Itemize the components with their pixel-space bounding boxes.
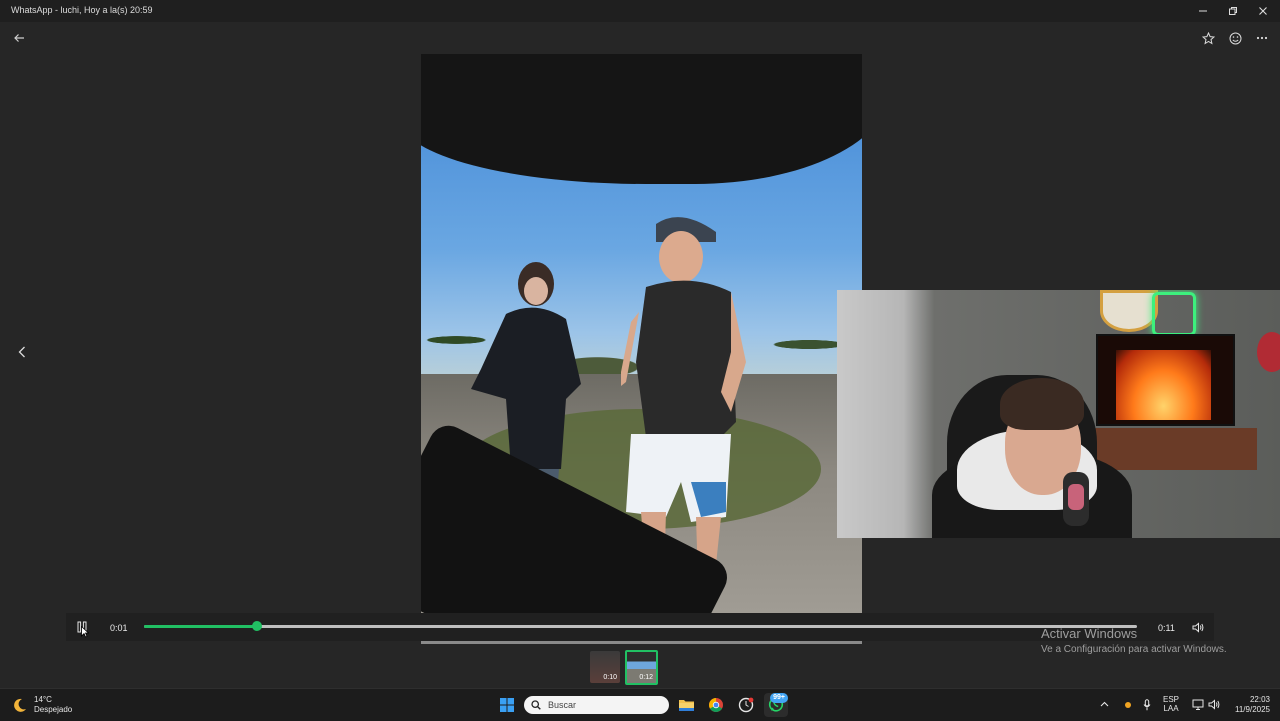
watermark-line1: Activar Windows <box>1041 626 1138 641</box>
title-bar: WhatsApp - luchi, Hoy a la(s) 20:59 <box>0 0 1280 22</box>
current-time: 0:01 <box>110 623 128 633</box>
system-clock[interactable]: 22:03 11/9/2025 <box>1235 695 1270 715</box>
show-hidden-icons-button[interactable] <box>1098 698 1110 710</box>
tray-app[interactable] <box>1122 699 1134 711</box>
more-horizontal-icon <box>1256 36 1268 40</box>
webcam-hair <box>1000 378 1084 430</box>
search-icon <box>531 700 541 710</box>
video-bottom-strip <box>421 641 862 644</box>
app-icon <box>738 697 754 713</box>
restore-icon <box>1229 7 1237 15</box>
star-icon <box>1201 31 1215 45</box>
language-code: ESP <box>1163 695 1180 704</box>
thumbnail-duration: 0:10 <box>603 674 617 681</box>
close-button[interactable] <box>1248 0 1278 22</box>
thumbnail-2-selected[interactable]: 0:12 <box>625 650 658 685</box>
seek-handle[interactable] <box>252 621 263 631</box>
webcam-wall-shield <box>1100 290 1158 332</box>
webcam-neon-sign <box>1152 292 1196 336</box>
star-button[interactable] <box>1199 29 1217 47</box>
clock-time: 22:03 <box>1249 695 1270 704</box>
weather-description: Despejado <box>34 705 73 714</box>
taskbar-app-clock[interactable] <box>734 693 758 717</box>
window-title: WhatsApp - luchi, Hoy a la(s) 20:59 <box>11 5 153 15</box>
smiley-icon <box>1229 32 1241 44</box>
restore-button[interactable] <box>1218 0 1248 22</box>
webcam-fireplace-screen <box>1116 350 1211 420</box>
weather-widget[interactable]: 14°C Despejado <box>12 695 72 715</box>
mouse-cursor-icon <box>81 626 89 638</box>
back-button[interactable] <box>10 29 28 47</box>
folder-icon <box>678 700 694 711</box>
react-button[interactable] <box>1226 29 1244 47</box>
windows-logo-icon <box>500 698 514 712</box>
seek-progress <box>144 625 258 628</box>
previous-media-button[interactable] <box>13 343 31 361</box>
microphone-icon <box>1143 698 1151 710</box>
whatsapp-unread-badge: 99+ <box>770 693 788 703</box>
thumbnail-1[interactable]: 0:10 <box>590 651 620 683</box>
search-box[interactable]: Buscar <box>524 696 669 714</box>
volume-tray[interactable] <box>1207 698 1220 711</box>
minimize-icon <box>1199 10 1207 12</box>
chevron-up-icon <box>1100 701 1108 707</box>
arrow-left-icon <box>14 34 24 42</box>
close-icon <box>1259 7 1267 15</box>
watermark-line2: Ve a Configuración para activar Windows. <box>1041 644 1227 655</box>
chrome-icon <box>709 698 723 712</box>
thumbnail-duration: 0:12 <box>639 674 653 681</box>
network-icon <box>1192 699 1203 710</box>
speaker-icon <box>1208 699 1219 710</box>
seek-bar[interactable] <box>144 621 1137 631</box>
clock-date: 11/9/2025 <box>1235 705 1270 714</box>
minimize-button[interactable] <box>1188 0 1218 22</box>
microphone-tray[interactable] <box>1141 698 1153 711</box>
chevron-left-icon <box>18 346 25 358</box>
taskbar-chrome[interactable] <box>704 693 728 717</box>
webcam-overlay <box>837 290 1280 538</box>
weather-temperature: 14°C <box>34 695 52 704</box>
taskbar-file-explorer[interactable] <box>674 693 698 717</box>
network-tray[interactable] <box>1191 698 1204 711</box>
webcam-microphone <box>1063 472 1089 526</box>
input-language[interactable]: ESP LAA <box>1163 695 1179 713</box>
keyboard-layout: LAA <box>1163 704 1179 713</box>
tray-dot-icon <box>1125 702 1131 708</box>
video-car-roof <box>421 54 862 184</box>
search-placeholder: Buscar <box>548 700 577 710</box>
activate-windows-watermark: Activar Windows Ve a Configuración para … <box>1041 626 1227 655</box>
start-button[interactable] <box>495 693 519 717</box>
video-frame[interactable] <box>421 54 862 613</box>
webcam-decoration <box>1257 332 1280 372</box>
taskbar: 14°C Despejado Buscar ESP LAA 22:03 11/9… <box>0 688 1280 721</box>
moon-icon <box>14 698 26 712</box>
webcam-shelf <box>1087 428 1257 470</box>
more-button[interactable] <box>1253 29 1271 47</box>
